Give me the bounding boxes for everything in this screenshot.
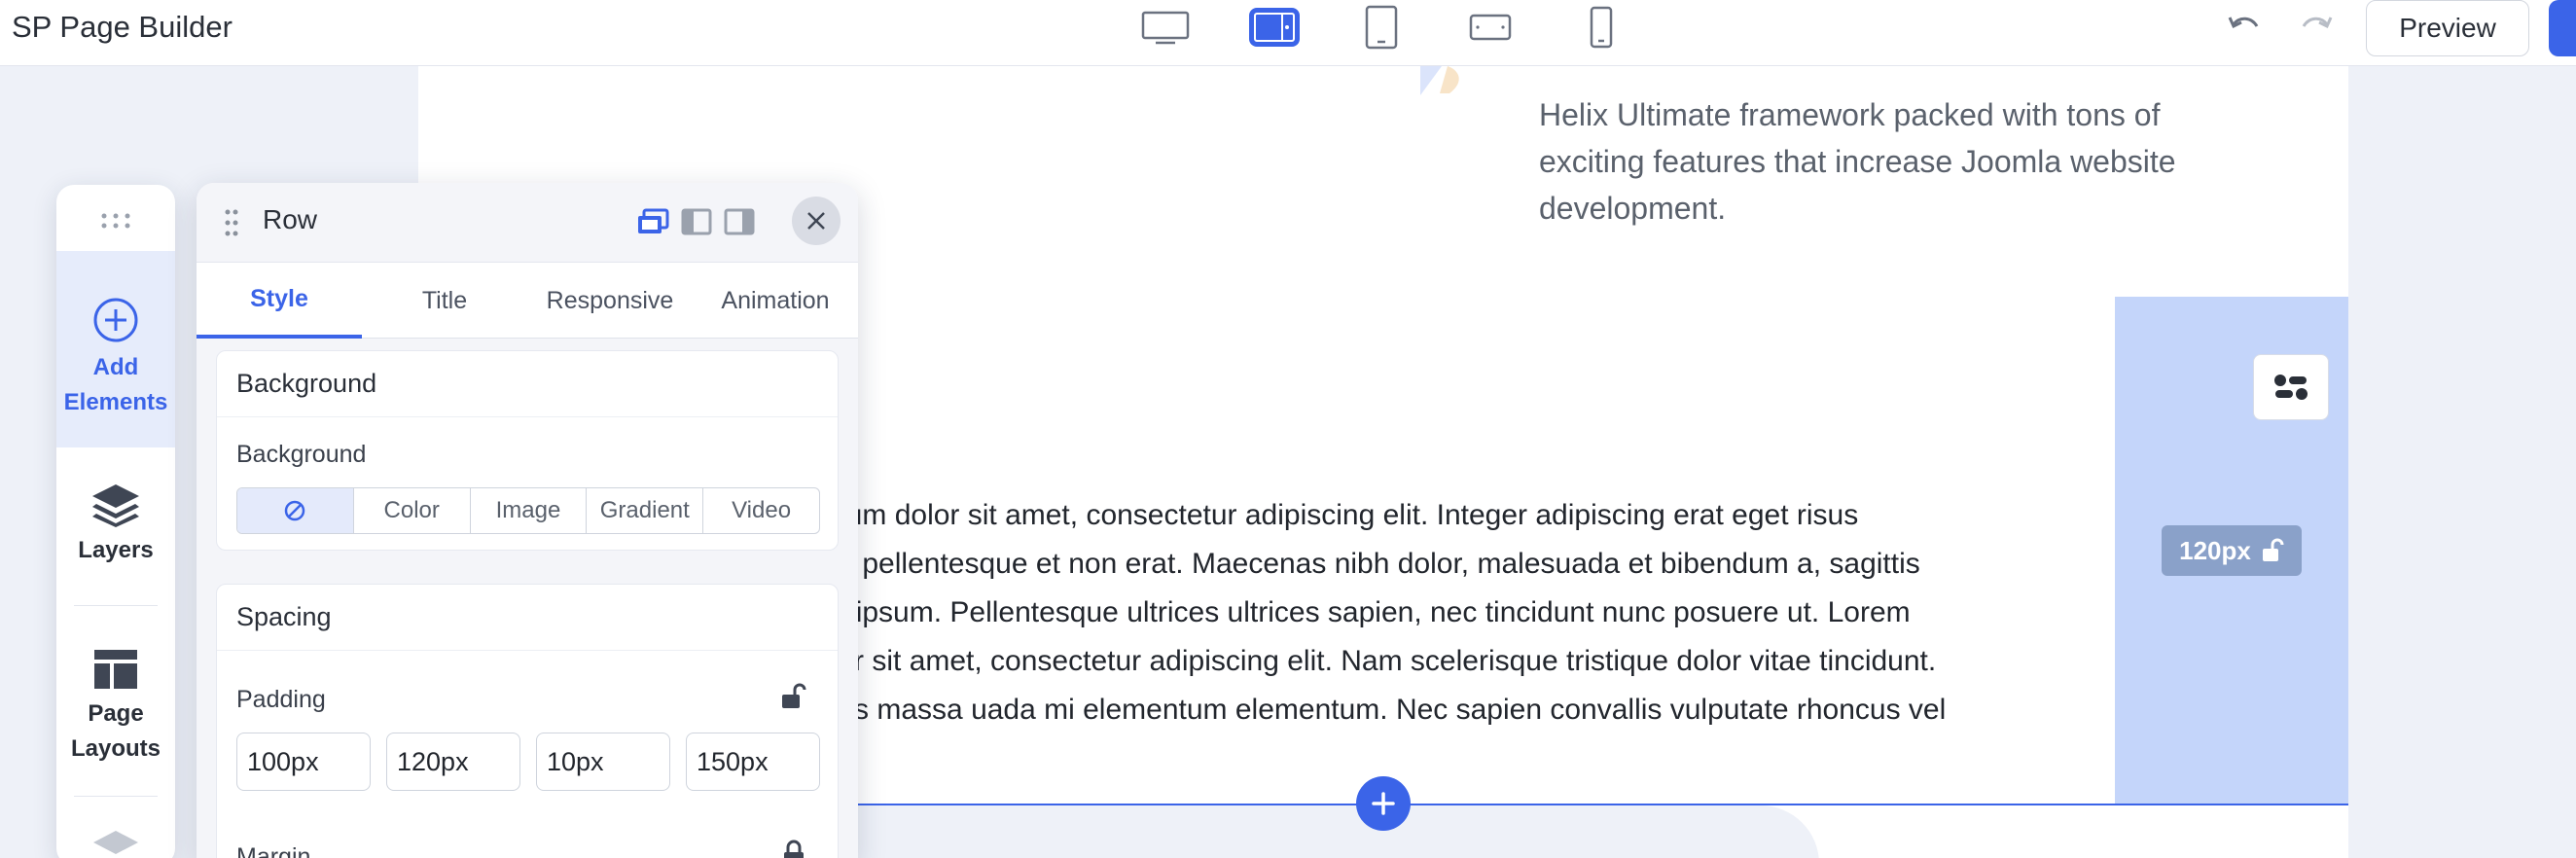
add-row-button[interactable]: [1356, 776, 1411, 831]
side-item-add-elements[interactable]: Add Elements: [56, 251, 175, 447]
background-card: Background Background Color Image Gradie…: [216, 350, 839, 551]
side-item-label: Elements: [63, 389, 168, 415]
lock-icon[interactable]: [781, 840, 806, 858]
redo-button[interactable]: [2298, 10, 2337, 45]
tablet-icon: [1365, 5, 1398, 50]
background-color-option[interactable]: Color: [354, 488, 471, 533]
drag-handle-icon[interactable]: [99, 212, 132, 230]
tab-animation[interactable]: Animation: [693, 263, 858, 339]
close-icon: [807, 212, 825, 230]
paragraph-line: din pellentesque et non erat. Maecenas n…: [815, 548, 1920, 580]
side-item-label: Add: [92, 354, 139, 380]
undo-icon: [2228, 17, 2259, 29]
dock-right-icon[interactable]: [724, 208, 755, 235]
margin-label: Margin: [236, 843, 311, 858]
tab-responsive[interactable]: Responsive: [527, 263, 693, 339]
plus-icon: [1372, 792, 1395, 815]
device-tablet-button[interactable]: [1356, 5, 1407, 50]
desktop-icon: [1141, 11, 1190, 45]
paragraph-line: olor sit amet, consectetur adipiscing el…: [815, 645, 1937, 677]
column-padding-value: 120px: [2179, 535, 2251, 565]
padding-left-input[interactable]: 150px: [686, 733, 820, 791]
paragraph-line: an ipsum. Pellentesque ultrices ultrices…: [815, 596, 1911, 628]
panel-title: Row: [263, 204, 318, 234]
layers-stack-icon[interactable]: [91, 829, 140, 858]
dock-left-icon[interactable]: [681, 208, 712, 235]
drag-handle-icon[interactable]: [224, 208, 239, 237]
background-none-option[interactable]: [237, 488, 354, 533]
device-mobile-button[interactable]: [1576, 6, 1627, 49]
side-separator: [74, 605, 158, 606]
tab-title[interactable]: Title: [362, 263, 527, 339]
feature-description: Helix Ultimate framework packed with ton…: [1539, 97, 2176, 226]
background-video-option[interactable]: Video: [703, 488, 819, 533]
layers-icon: [92, 484, 139, 527]
row-settings-panel: Row Style Title Responsive Animation Bac…: [197, 183, 858, 858]
column-padding-badge[interactable]: 120px: [2162, 525, 2302, 576]
mobile-icon: [1590, 6, 1613, 49]
panel-header: Row: [197, 183, 858, 263]
background-section-header[interactable]: Background: [217, 351, 838, 417]
side-item-label: Page: [88, 700, 144, 727]
side-item-layers[interactable]: Layers: [56, 483, 175, 568]
app-title: SP Page Builder: [12, 10, 233, 44]
tab-style[interactable]: Style: [197, 263, 362, 339]
floating-panel-icon[interactable]: [636, 208, 669, 235]
undo-button[interactable]: [2224, 10, 2263, 45]
next-section-shape: [739, 805, 1819, 858]
side-item-label: Layers: [78, 537, 154, 563]
redo-icon: [2302, 17, 2333, 29]
unlock-icon: [2262, 538, 2284, 561]
top-bar: SP Page Builder Preview: [0, 0, 2576, 66]
background-field-label: Background: [236, 441, 367, 468]
save-button[interactable]: [2549, 0, 2576, 56]
side-separator: [74, 796, 158, 797]
background-type-selector: Color Image Gradient Video: [236, 487, 820, 534]
device-desktop-button[interactable]: [1140, 8, 1191, 47]
side-item-label: Layouts: [70, 735, 161, 762]
padding-label: Padding: [236, 686, 326, 713]
side-toolbar: Add Elements Layers Page Layouts: [56, 185, 175, 858]
device-tablet-landscape-button[interactable]: [1465, 8, 1516, 47]
background-image-option[interactable]: Image: [471, 488, 588, 533]
laptop-icon: [1254, 13, 1295, 42]
device-laptop-button[interactable]: [1249, 8, 1300, 47]
unlock-icon[interactable]: [779, 682, 808, 711]
spacing-section-header[interactable]: Spacing: [217, 585, 838, 651]
spacing-card: Spacing Padding 100px 120px 10px 150px M…: [216, 584, 839, 858]
page-layout-icon: [94, 650, 137, 689]
feature-icon: [1420, 66, 1459, 95]
paragraph-line: quis massa uada mi elementum elementum. …: [815, 694, 1947, 726]
background-gradient-option[interactable]: Gradient: [587, 488, 704, 533]
panel-tabs: Style Title Responsive Animation: [197, 263, 858, 339]
side-item-page-layouts[interactable]: Page Layouts: [56, 648, 175, 767]
padding-right-input[interactable]: 120px: [386, 733, 520, 791]
column-settings-button[interactable]: [2253, 354, 2329, 420]
row-divider: [739, 804, 2348, 805]
text-paragraph[interactable]: psum dolor sit amet, consectetur adipisc…: [815, 491, 2109, 734]
tablet-landscape-icon: [1469, 14, 1512, 41]
padding-inputs: 100px 120px 10px 150px: [236, 733, 820, 791]
padding-top-input[interactable]: 100px: [236, 733, 371, 791]
column-options-icon: [2274, 375, 2308, 400]
paragraph-line: psum dolor sit amet, consectetur adipisc…: [815, 499, 1859, 531]
none-icon: [285, 500, 305, 521]
plus-circle-icon: [93, 298, 138, 342]
close-panel-button[interactable]: [792, 197, 841, 245]
padding-bottom-input[interactable]: 10px: [536, 733, 670, 791]
preview-button[interactable]: Preview: [2366, 0, 2529, 56]
